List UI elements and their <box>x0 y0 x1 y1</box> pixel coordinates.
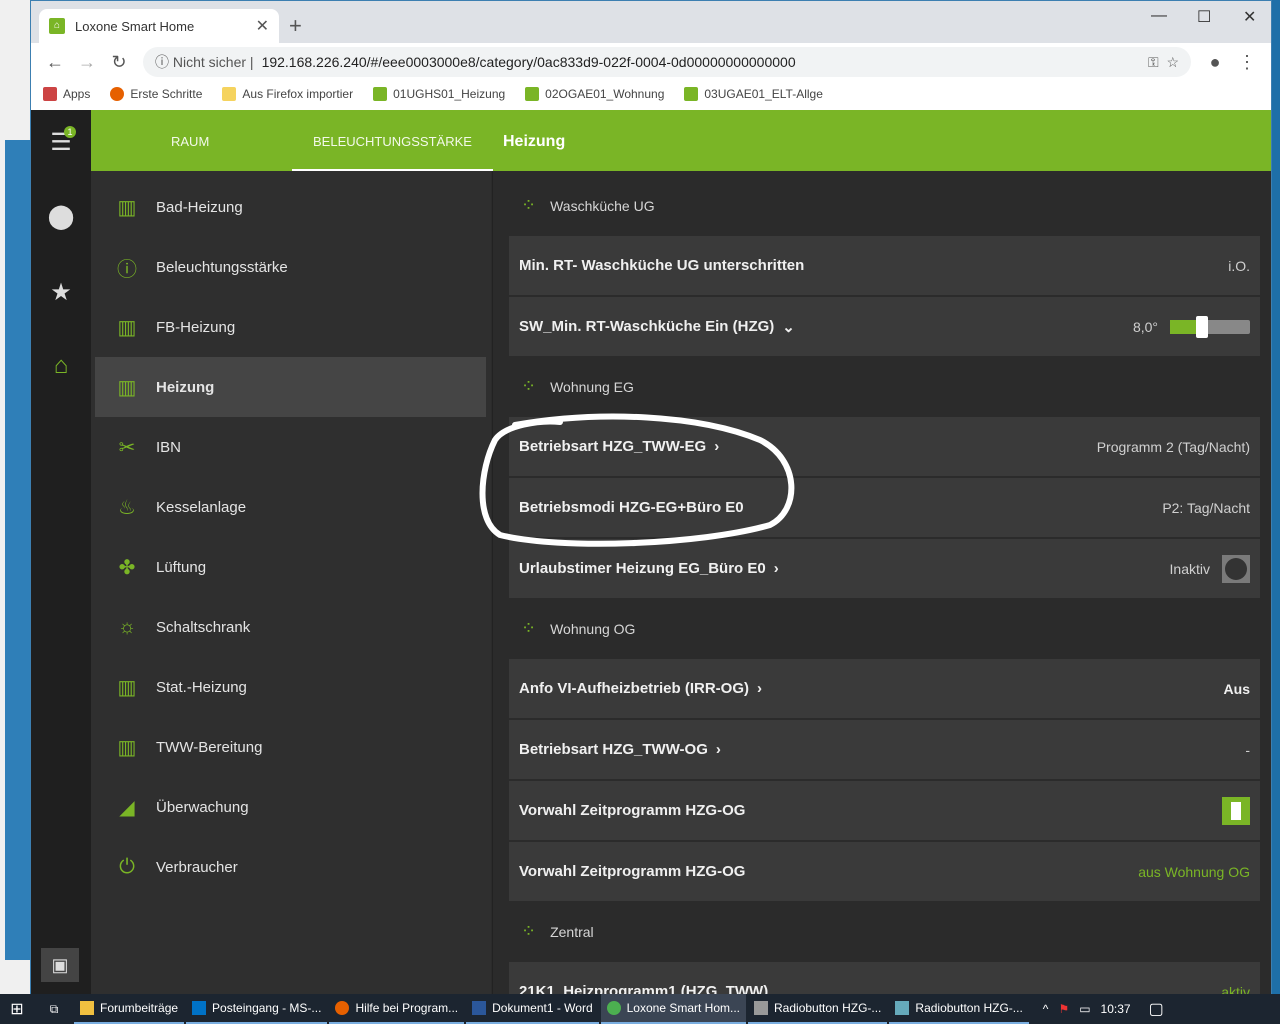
acrobat-icon[interactable]: ⚑ <box>1058 1002 1069 1016</box>
taskbar-label: Radiobutton HZG-... <box>915 1001 1023 1015</box>
taskbar-item[interactable]: Dokument1 - Word <box>466 994 599 1024</box>
chevron-up-icon[interactable]: ^ <box>1043 1002 1049 1016</box>
taskbar-label: Posteingang - MS-... <box>212 1001 322 1015</box>
clock-time[interactable]: 10:37 <box>1101 1002 1131 1016</box>
taskbar-item[interactable]: Hilfe bei Program... <box>329 994 465 1024</box>
taskbar-item[interactable]: Radiobutton HZG-... <box>748 994 888 1024</box>
windows-taskbar: ⊞ ⧉ Forumbeiträge Posteingang - MS-... H… <box>0 994 1280 1024</box>
notifications-icon[interactable]: ▢ <box>1149 999 1164 1019</box>
taskbar-item[interactable]: Forumbeiträge <box>74 994 185 1024</box>
taskbar-item[interactable]: Radiobutton HZG-... <box>889 994 1029 1024</box>
taskbar-label: Hilfe bei Program... <box>355 1001 459 1015</box>
task-view-icon[interactable]: ⧉ <box>34 1002 74 1017</box>
taskbar-label: Forumbeiträge <box>100 1001 179 1015</box>
taskbar-label: Radiobutton HZG-... <box>774 1001 882 1015</box>
taskbar-label: Loxone Smart Hom... <box>626 1001 741 1015</box>
taskbar-label: Dokument1 - Word <box>492 1001 593 1015</box>
battery-icon[interactable]: ▭ <box>1079 1002 1090 1016</box>
taskbar-item[interactable]: Loxone Smart Hom... <box>600 994 747 1024</box>
taskbar-item[interactable]: Posteingang - MS-... <box>186 994 328 1024</box>
hand-drawn-annotation-circle <box>479 413 795 547</box>
windows-start-icon[interactable]: ⊞ <box>0 999 34 1019</box>
